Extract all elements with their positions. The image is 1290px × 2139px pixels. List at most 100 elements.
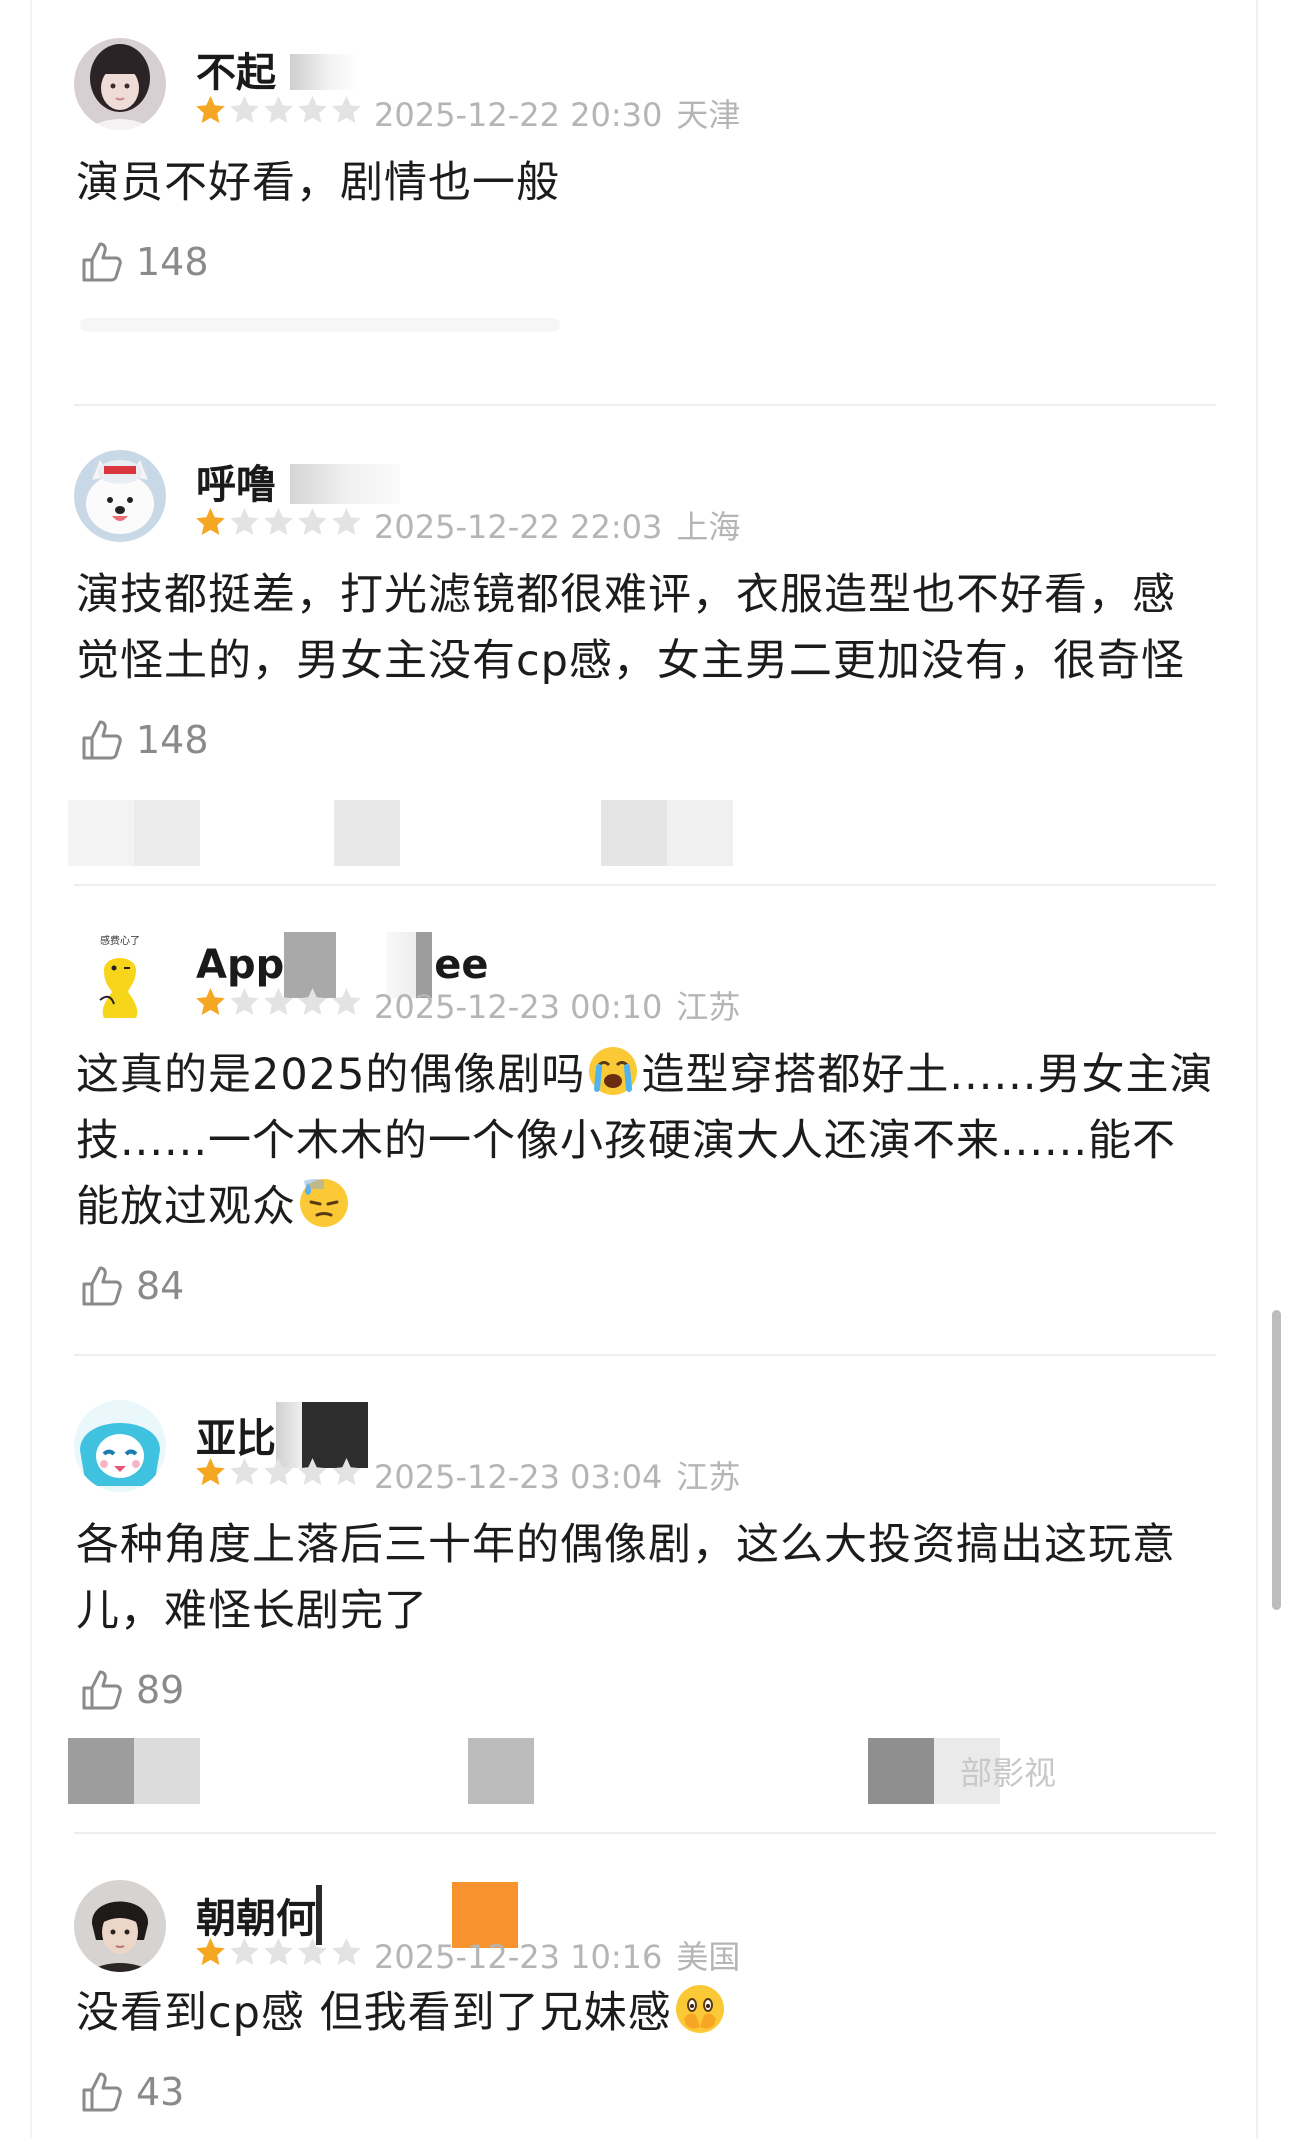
comment-date: 2025-12-22 22:03 [374, 508, 663, 546]
like-button[interactable]: 89 [78, 1666, 184, 1714]
thumbs-up-icon [82, 1266, 122, 1306]
page-edge-right [1256, 0, 1258, 2139]
like-button[interactable]: 84 [78, 1262, 184, 1310]
comment-text: 各种角度上落后三十年的偶像剧，这么大投资搞出这玩意儿，难怪长剧完了 [76, 1520, 1176, 1636]
star-icon [298, 1458, 327, 1485]
divider [74, 404, 1216, 406]
star-icon [298, 508, 327, 535]
comment-date: 2025-12-23 03:04 [374, 1458, 663, 1496]
mosaic-block [134, 800, 200, 866]
comment-location: 上海 [676, 508, 741, 546]
like-count: 89 [136, 1668, 185, 1712]
rating-stars [194, 94, 363, 128]
mosaic-block [68, 1738, 134, 1804]
star-icon [230, 1458, 259, 1485]
username-text: 呼噜 [196, 462, 276, 508]
star-icon [196, 508, 225, 535]
username[interactable]: 呼噜 [196, 452, 400, 510]
rating-stars [194, 986, 363, 1020]
star-icon [298, 988, 327, 1015]
mosaic-block [868, 1738, 934, 1804]
like-button[interactable]: 148 [78, 716, 209, 764]
samoyed-dog-avatar[interactable] [74, 450, 166, 542]
girl-portrait-avatar[interactable] [74, 38, 166, 130]
comment-text: 演员不好看，剧情也一般 [76, 158, 560, 208]
like-button[interactable]: 43 [78, 2068, 184, 2116]
like-count: 43 [136, 2070, 185, 2114]
rating-stars [194, 1456, 363, 1490]
star-icon [332, 988, 361, 1015]
comment-text-part: 这真的是2025的偶像剧吗 [76, 1050, 586, 1100]
star-icon [196, 1938, 225, 1965]
redaction-blur [289, 464, 400, 504]
comment-meta: 2025-12-22 20:30 天津 [374, 90, 740, 136]
star-icon [196, 96, 225, 123]
thumbs-up-icon [82, 242, 122, 282]
comment-meta: 2025-12-23 10:16 美国 [374, 1932, 740, 1978]
redaction-blur [289, 54, 360, 90]
comment-date: 2025-12-23 00:10 [374, 988, 663, 1026]
mosaic-block [334, 800, 400, 866]
star-icon [264, 1938, 293, 1965]
divider [74, 1354, 1216, 1356]
star-icon [298, 96, 327, 123]
comment-text: 这真的是2025的偶像剧吗 造型穿搭都好土......男女主演技......一个… [76, 1042, 1216, 1240]
scrollbar[interactable] [1272, 1310, 1281, 1610]
comment-meta: 2025-12-23 00:10 江苏 [374, 982, 740, 1028]
divider [74, 1832, 1216, 1834]
comment-meta: 2025-12-23 03:04 江苏 [374, 1452, 740, 1498]
face-with-open-eyes-hand-over-mouth-emoji-icon [675, 1985, 724, 2033]
star-icon [196, 988, 225, 1015]
avatar-caption: 感费心了 [100, 934, 140, 947]
mosaic-block [667, 800, 733, 866]
comment-date: 2025-12-22 20:30 [374, 96, 663, 134]
faded-text-remnant [80, 318, 560, 332]
rating-stars [194, 506, 363, 540]
star-icon [196, 1458, 225, 1485]
man-portrait-avatar[interactable] [74, 1880, 166, 1972]
comment-location: 美国 [676, 1938, 741, 1976]
comment-text: 没看到cp感 但我看到了兄妹感 [76, 1980, 1216, 2046]
downcast-sweat-face-emoji-icon [300, 1179, 348, 1227]
comment-location: 江苏 [676, 988, 741, 1026]
comment-text-part: 没看到cp感 但我看到了兄妹感 [76, 1988, 672, 2038]
star-icon [264, 988, 293, 1015]
comment-text: 演技都挺差，打光滤镜都很难评，衣服造型也不好看，感觉怪土的，男女主没有cp感，女… [76, 570, 1185, 686]
star-icon [298, 1938, 327, 1965]
mosaic-block [68, 800, 134, 866]
crying-face-emoji-icon [589, 1047, 638, 1095]
page-edge-left [30, 0, 32, 2139]
mosaic-block [601, 800, 667, 866]
like-count: 148 [136, 240, 209, 284]
like-count: 148 [136, 718, 209, 762]
comment-location: 江苏 [676, 1458, 741, 1496]
thumbs-up-icon [82, 2072, 122, 2112]
star-icon [230, 988, 259, 1015]
like-button[interactable]: 148 [78, 238, 209, 286]
comment-meta: 2025-12-22 22:03 上海 [374, 502, 740, 548]
blurred-partial-text: 部影视 [960, 1754, 1057, 1792]
star-icon [332, 96, 361, 123]
mosaic-block [134, 1738, 200, 1804]
rating-stars [194, 1936, 363, 1970]
username-text: App [196, 942, 285, 988]
star-icon [230, 1938, 259, 1965]
star-icon [230, 508, 259, 535]
username[interactable]: 不起 [196, 40, 360, 98]
star-icon [264, 508, 293, 535]
yellow-cartoon-avatar[interactable]: 感费心了 [74, 930, 166, 1022]
star-icon [332, 1938, 361, 1965]
like-count: 84 [136, 1264, 185, 1308]
star-icon [332, 1458, 361, 1485]
thumbs-up-icon [82, 720, 122, 760]
divider [74, 884, 1216, 886]
star-icon [264, 96, 293, 123]
star-icon [332, 508, 361, 535]
blue-anime-avatar[interactable] [74, 1400, 166, 1492]
mosaic-block [468, 1738, 534, 1804]
comment-feed-page: 不起 2025-12-22 20:30 天津 演员不好看，剧情也一般 148 呼… [0, 0, 1290, 2139]
comment-date: 2025-12-23 10:16 [374, 1938, 663, 1976]
star-icon [230, 96, 259, 123]
star-icon [264, 1458, 293, 1485]
comment-location: 天津 [676, 96, 741, 134]
